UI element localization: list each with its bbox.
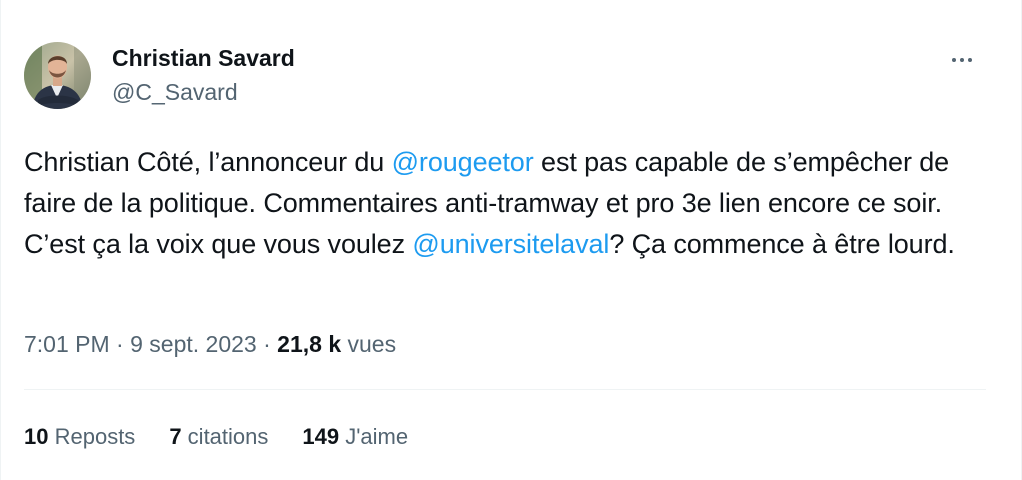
more-options-button[interactable] xyxy=(944,47,980,73)
mention-universitelaval[interactable]: @universitelaval xyxy=(412,229,609,259)
tweet-text: Christian Côté, l’annonceur du @rougeeto… xyxy=(24,142,984,265)
reposts-stat[interactable]: 10 Reposts xyxy=(24,422,135,452)
tweet-card: Christian Savard @C_Savard Christian Côt… xyxy=(0,0,1022,480)
meta-separator: · xyxy=(109,331,131,357)
reposts-label: Reposts xyxy=(48,424,136,449)
views-count: 21,8 k xyxy=(277,331,342,357)
likes-label: J'aime xyxy=(339,424,409,449)
divider xyxy=(24,389,986,390)
author-handle[interactable]: @C_Savard xyxy=(112,78,295,106)
reposts-count: 10 xyxy=(24,424,49,449)
avatar[interactable] xyxy=(24,42,91,109)
author-name[interactable]: Christian Savard xyxy=(112,44,295,72)
quotes-label: citations xyxy=(181,424,269,449)
card-border-left xyxy=(0,0,1,480)
quotes-stat[interactable]: 7 citations xyxy=(169,422,268,452)
tweet-date[interactable]: 9 sept. 2023 xyxy=(130,331,257,357)
tweet-meta: 7:01 PM · 9 sept. 2023 · 21,8 k vues xyxy=(24,329,396,359)
quotes-count: 7 xyxy=(169,424,182,449)
tweet-text-part-3: ? Ça commence à être lourd. xyxy=(609,229,955,259)
views-label: vues xyxy=(341,331,397,357)
avatar-image xyxy=(24,42,91,109)
mention-rougeetor[interactable]: @rougeetor xyxy=(392,147,534,177)
more-horizontal-icon xyxy=(952,58,972,62)
tweet-time[interactable]: 7:01 PM xyxy=(24,331,110,357)
tweet-text-part-1: Christian Côté, l’annonceur du xyxy=(24,147,392,177)
likes-stat[interactable]: 149 J'aime xyxy=(302,422,408,452)
author-block: Christian Savard @C_Savard xyxy=(112,44,295,106)
meta-separator-2: · xyxy=(256,331,278,357)
likes-count: 149 xyxy=(302,424,340,449)
engagement-stats: 10 Reposts 7 citations 149 J'aime xyxy=(24,422,442,452)
